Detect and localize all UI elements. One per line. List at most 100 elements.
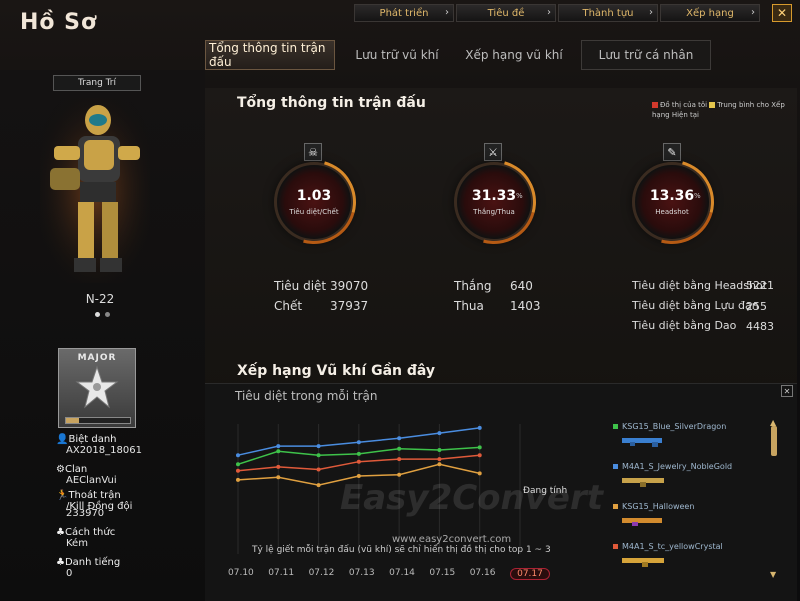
nav-ranking-button[interactable]: Xếp hạng › [660,4,760,22]
grenade-kills-label: Tiêu diệt bằng Lựu đạn [632,299,759,312]
page-title: Hồ Sơ [20,10,98,35]
close-button[interactable]: ✕ [772,4,792,22]
nickname-label: Biệt danh [68,434,117,445]
calculating-label: Đang tính [523,486,568,496]
rank-title: MAJOR [77,353,117,363]
data-point [236,453,240,458]
x-tick-label: 07.14 [389,568,415,578]
character-name: N-22 [85,292,115,306]
nickname-value: AX2018_18061 [66,445,142,456]
kd-label: Tiêu diệt/Chết [289,208,339,216]
clan-label: Clan [64,464,88,475]
weapon-color-dot [613,424,618,429]
data-point [397,457,402,462]
headshot-label: Headshot [655,208,689,216]
grenade-kills-value: 255 [746,300,767,313]
weapon-list-scrollbar[interactable] [771,426,777,456]
data-point [356,440,361,445]
tab-weapon-ranking[interactable]: Xếp hạng vũ khí [459,40,569,70]
headshot-unit: % [694,192,701,200]
nav-achievement-button[interactable]: Thành tựu › [558,4,658,22]
wins-value: 640 [510,279,533,293]
decorate-button[interactable]: Trang Trí [53,75,141,91]
data-point [316,453,321,458]
panel-close-button[interactable]: ✕ [781,385,793,397]
weapon-gun-icon [622,558,664,567]
kd-value: 1.03 [296,188,332,204]
nav-title-button[interactable]: Tiêu đề › [456,4,556,22]
escape-label: Thoát trận [68,490,121,501]
headshot-gauge: 13.36 % Headshot [614,144,730,260]
data-point [356,451,361,456]
x-tick-label: 07.10 [228,568,254,578]
winrate-gauge: 31.33 % Thắng/Thua [436,144,552,260]
clan-value: AEClanVui [66,475,117,486]
nickname-row: 👤Biệt danh AX2018_18061 [56,434,142,456]
weapon-gun-icon [622,438,662,447]
weapon-gun-icon [622,518,662,526]
x-tick-label: 07.17 [510,568,550,580]
play-style-label: Cách thức [64,527,116,538]
legend-mine-label: Đồ thị của tôi [660,101,708,109]
data-point [477,453,482,458]
reputation-value: 0 [66,568,73,579]
legend-mine-swatch [652,102,658,108]
pager-dot[interactable] [105,312,110,317]
top-navigation: Phát triển › Tiêu đề › Thành tựu › Xếp hạng… [354,4,760,22]
crossed-swords-icon: ⚔ [484,143,502,161]
rank-badge: MAJOR [58,348,136,428]
tab-weapon-storage[interactable]: Lưu trữ vũ khí [347,40,447,70]
star-icon [75,365,119,409]
knife-kills-value: 4483 [746,320,774,333]
skull-icon: ☠ [304,143,322,161]
character-portrait [40,98,150,283]
nav-development-button[interactable]: Phát triển › [354,4,454,22]
data-point [437,457,442,462]
winrate-label: Thắng/Thua [473,208,515,216]
data-point [397,446,402,451]
data-point [276,449,281,454]
weapon-item-4[interactable]: M4A1_S_tc_yellowCrystal [610,538,770,578]
chevron-right-icon: › [547,7,551,18]
chevron-right-icon: › [445,7,449,18]
weapon-item-2[interactable]: M4A1_S_Jewelry_NobleGold [610,458,770,498]
chart-subtitle: Tiêu diệt trong mỗi trận [235,389,378,403]
weapon-list: KSG15_Blue_SilverDragon M4A1_S_Jewelry_N… [610,418,770,578]
tab-match-summary[interactable]: Tổng thông tin trận đấu [205,40,335,70]
weapon-name: M4A1_S_Jewelry_NobleGold [622,462,733,471]
losses-label: Thua [454,299,484,313]
character-pager[interactable] [95,312,110,317]
data-point [437,431,442,436]
user-icon: 👤Biệt danh [56,434,117,445]
x-tick-label: 07.15 [429,568,456,578]
pager-dot[interactable] [95,312,100,317]
escape-row: 🏃Thoát trận /Kill Đồng đội 233970 [56,490,132,519]
data-point [477,471,482,476]
weapon-name: KSG15_Halloween [622,502,695,511]
play-style-value: Kém [66,538,88,549]
deaths-label: Chết [274,299,303,313]
weapon-color-dot [613,504,618,509]
data-point [236,477,240,482]
data-point [276,475,281,480]
weapon-item-3[interactable]: KSG15_Halloween [610,498,770,538]
reputation-row: ♣Danh tiếng 0 [56,557,120,579]
x-tick-label: 07.12 [308,568,335,578]
close-icon: ✕ [776,6,788,20]
chevron-right-icon: › [649,7,653,18]
headshot-kills-value: 5221 [746,279,774,292]
x-tick-label: 07.16 [469,568,496,578]
data-point [236,468,240,473]
deaths-value: 37937 [330,299,369,313]
tab-personal-storage[interactable]: Lưu trữ cá nhân [581,40,711,70]
data-point [477,445,482,450]
wins-label: Thắng [454,279,492,293]
data-point [437,462,442,467]
data-point [397,472,402,477]
play-style-row: ♣Cách thức Kém [56,527,115,549]
close-icon: ✕ [783,386,791,396]
weapon-color-dot [613,464,618,469]
weapon-name: KSG15_Blue_SilverDragon [622,422,727,431]
weapon-item-1[interactable]: KSG15_Blue_SilverDragon [610,418,770,458]
scroll-down-icon[interactable]: ▼ [770,570,776,579]
